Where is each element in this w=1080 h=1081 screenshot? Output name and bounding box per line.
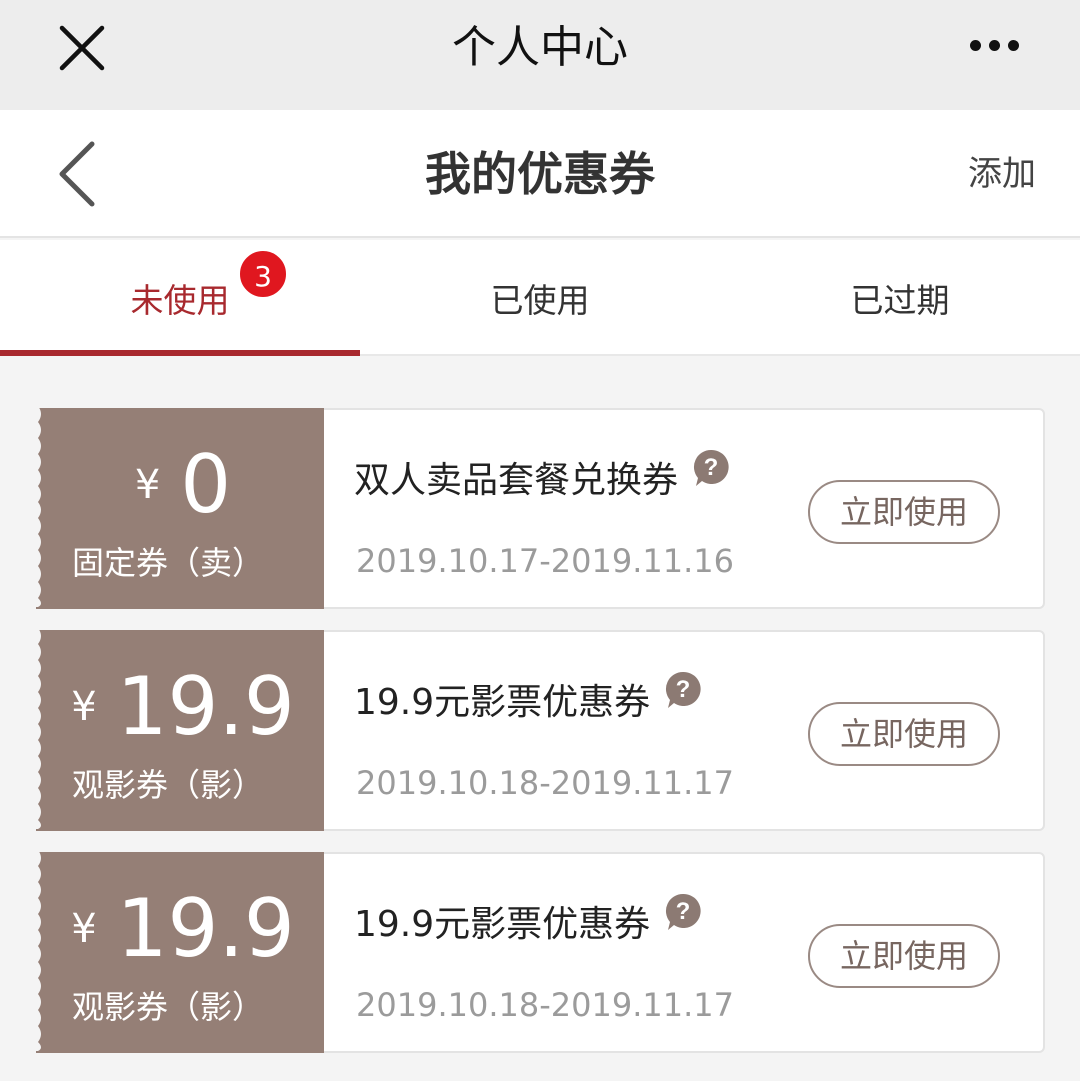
coupon-card: ¥0 固定券（卖） 双人卖品套餐兑换券? 2019.10.17-2019.11.… <box>34 406 1045 609</box>
close-icon[interactable] <box>56 22 108 74</box>
use-now-button[interactable]: 立即使用 <box>808 924 1000 988</box>
amount-value: 19.9 <box>116 660 295 753</box>
coupon-date-range: 2019.10.18-2019.11.17 <box>356 986 734 1024</box>
page-title: 我的优惠券 <box>425 147 655 201</box>
tab-unused[interactable]: 未使用 3 <box>0 240 360 356</box>
svg-text:?: ? <box>676 898 691 925</box>
tab-label: 已使用 <box>490 281 590 320</box>
coupon-date-range: 2019.10.18-2019.11.17 <box>356 764 734 802</box>
coupon-type: 观影券（影） <box>72 988 265 1026</box>
tab-active-indicator <box>0 350 360 356</box>
question-icon[interactable]: ? <box>664 892 702 932</box>
currency-symbol: ¥ <box>71 684 97 730</box>
wechat-page-title: 个人中心 <box>452 22 628 73</box>
use-now-button[interactable]: 立即使用 <box>808 702 1000 766</box>
tab-used[interactable]: 已使用 <box>360 240 720 352</box>
tab-label: 未使用 <box>130 281 230 320</box>
coupon-date-range: 2019.10.17-2019.11.16 <box>356 542 734 580</box>
question-icon[interactable]: ? <box>664 670 702 710</box>
count-badge: 3 <box>237 248 289 300</box>
currency-symbol: ¥ <box>71 906 97 952</box>
more-icon[interactable] <box>970 36 1030 60</box>
add-button[interactable]: 添加 <box>968 146 1036 195</box>
svg-text:?: ? <box>704 454 719 481</box>
coupon-stub: ¥19.9 观影券（影） <box>34 850 324 1053</box>
coupon-name: 双人卖品套餐兑换券? <box>354 448 730 503</box>
tab-expired[interactable]: 已过期 <box>720 240 1080 352</box>
coupon-type: 固定券（卖） <box>72 544 265 582</box>
coupon-stub: ¥0 固定券（卖） <box>34 406 324 609</box>
coupon-name: 19.9元影票优惠券? <box>354 670 702 725</box>
chevron-left-icon[interactable] <box>50 138 110 210</box>
question-icon[interactable]: ? <box>692 448 730 488</box>
coupon-type: 观影券（影） <box>72 766 265 804</box>
amount-value: 19.9 <box>116 882 295 975</box>
currency-symbol: ¥ <box>134 462 161 508</box>
coupon-name-text: 19.9元影票优惠券 <box>354 682 651 723</box>
coupon-tabs: 未使用 3 已使用 已过期 <box>0 240 1080 356</box>
tab-label: 已过期 <box>850 281 950 320</box>
coupon-stub: ¥19.9 观影券（影） <box>34 628 324 831</box>
coupon-amount: ¥19.9 <box>42 664 324 750</box>
nav-bar: 我的优惠券 添加 <box>0 110 1080 238</box>
amount-value: 0 <box>180 438 232 531</box>
coupon-amount: ¥0 <box>42 442 324 528</box>
coupon-amount: ¥19.9 <box>42 886 324 972</box>
use-now-button[interactable]: 立即使用 <box>808 480 1000 544</box>
wechat-header-bar: 个人中心 <box>0 0 1080 110</box>
coupon-card: ¥19.9 观影券（影） 19.9元影票优惠券? 2019.10.18-2019… <box>34 850 1045 1053</box>
svg-text:?: ? <box>676 676 691 703</box>
coupon-card: ¥19.9 观影券（影） 19.9元影票优惠券? 2019.10.18-2019… <box>34 628 1045 831</box>
coupon-name: 19.9元影票优惠券? <box>354 892 702 947</box>
coupon-name-text: 19.9元影票优惠券 <box>354 904 651 945</box>
coupon-name-text: 双人卖品套餐兑换券 <box>354 460 679 501</box>
